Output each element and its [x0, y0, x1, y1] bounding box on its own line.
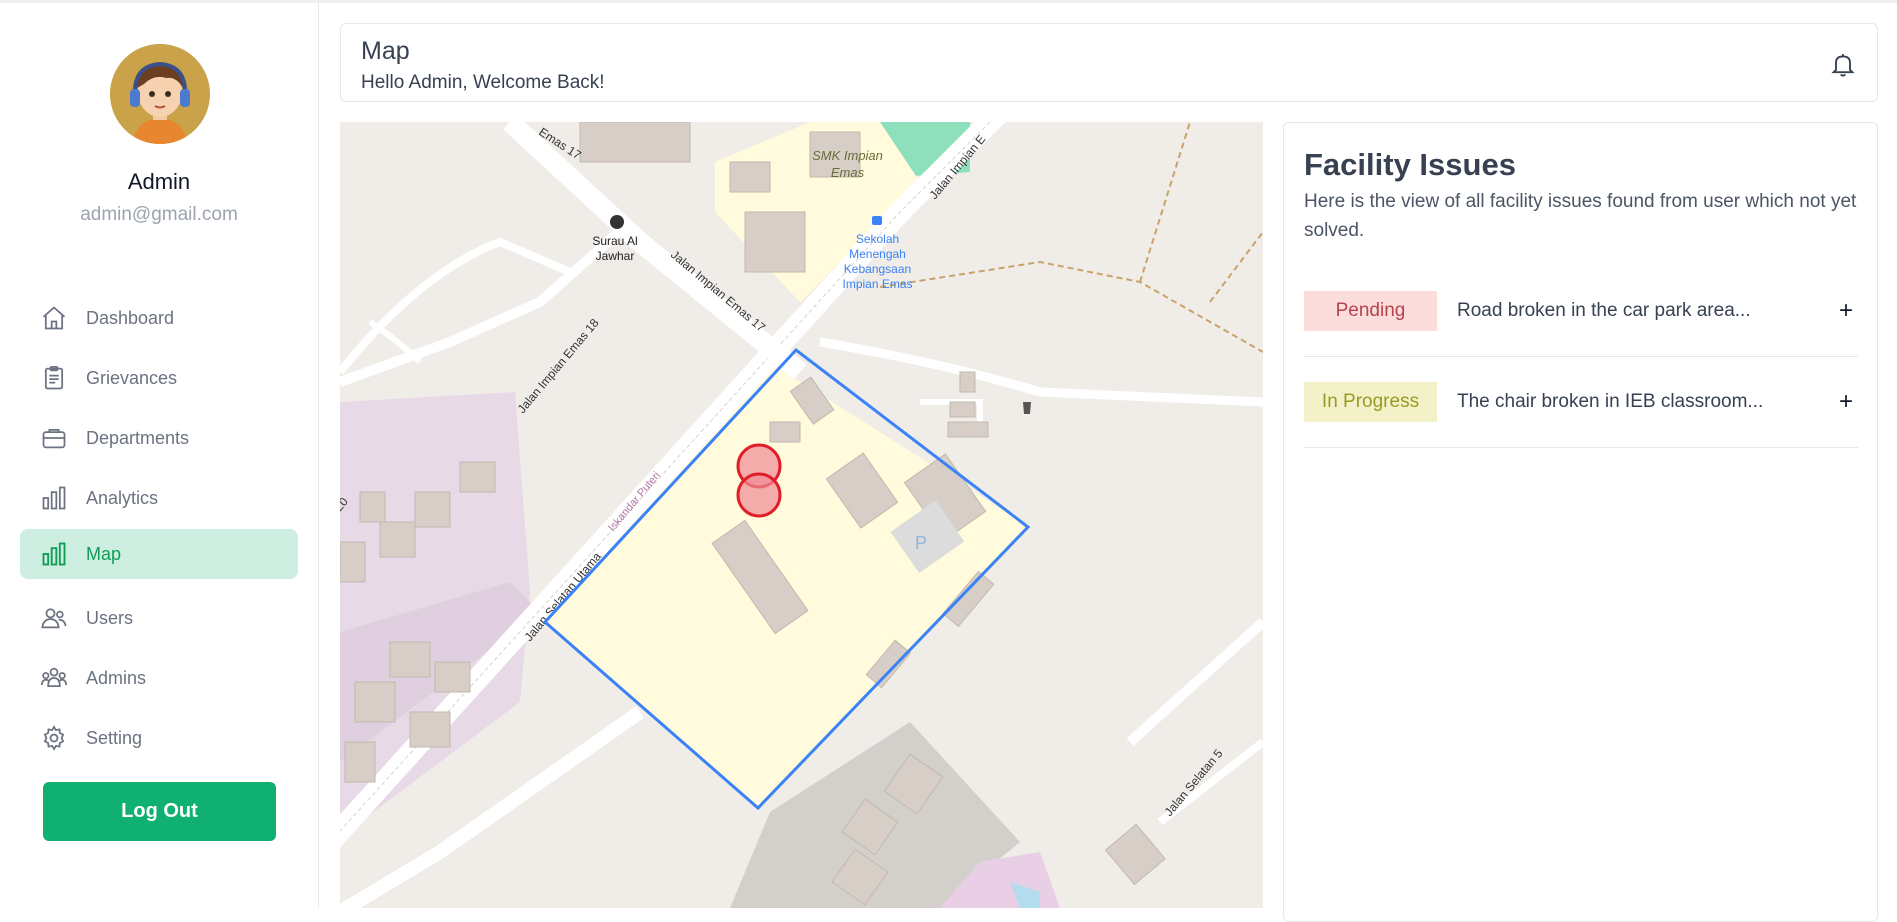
nav-label: Grievances [86, 367, 178, 388]
bar-chart-icon [40, 540, 68, 568]
welcome-message: Hello Admin, Welcome Back! [361, 72, 605, 93]
nav-item-dashboard[interactable]: Dashboard [20, 293, 298, 343]
home-icon [40, 304, 68, 332]
issue-marker[interactable] [736, 472, 782, 518]
nav-item-users[interactable]: Users [20, 593, 298, 643]
plus-icon[interactable]: + [1834, 388, 1858, 416]
nav-label: Analytics [86, 487, 159, 508]
issue-text: The chair broken in IEB classroom... [1457, 390, 1764, 412]
issue-row[interactable]: In Progress The chair broken in IEB clas… [1304, 356, 1858, 448]
map-label-sekolah: Sekolah Menengah Kebangsaan Impian Emas [842, 232, 912, 291]
nav-label: Map [86, 543, 122, 564]
bell-icon[interactable] [1829, 50, 1857, 78]
nav-label: Admins [86, 667, 147, 688]
users-icon [40, 604, 68, 632]
issue-row[interactable]: Pending Road broken in the car park area… [1304, 265, 1858, 357]
bus-stop-icon [872, 216, 882, 225]
status-badge: In Progress [1304, 381, 1437, 422]
plus-icon[interactable]: + [1834, 297, 1858, 325]
user-name: Admin [127, 169, 191, 194]
issue-text: Road broken in the car park area... [1457, 299, 1751, 321]
panel-title: Facility Issues [1304, 147, 1516, 182]
gear-icon [40, 724, 68, 752]
panel-description: Here is the view of all facility issues … [1304, 191, 1857, 241]
facility-issues-panel: Facility Issues Here is the view of all … [1283, 122, 1878, 922]
map-label-parking: P [915, 533, 927, 553]
clipboard-icon [40, 364, 68, 392]
briefcase-icon [40, 424, 68, 452]
nav-item-map[interactable]: Map [20, 529, 298, 579]
nav-item-analytics[interactable]: Analytics [20, 473, 298, 523]
bar-chart-icon [40, 484, 68, 512]
admins-icon [40, 664, 68, 692]
mosque-icon [610, 215, 624, 229]
page-title: Map [361, 37, 410, 65]
nav-label: Users [86, 607, 134, 628]
map-label-surau: Surau Al Jawhar [592, 234, 637, 263]
map-view[interactable]: P Emas 17 Jalan Impian Emas 17 Jalan Imp… [340, 122, 1263, 908]
logout-button[interactable]: Log Out [43, 782, 276, 841]
status-badge: Pending [1304, 290, 1437, 331]
tower-icon [1023, 402, 1031, 414]
nav-item-grievances[interactable]: Grievances [20, 353, 298, 403]
page-header: Map Hello Admin, Welcome Back! [340, 23, 1878, 102]
avatar [110, 44, 210, 144]
nav-label: Departments [86, 427, 190, 448]
nav-item-admins[interactable]: Admins [20, 653, 298, 703]
nav-item-departments[interactable]: Departments [20, 413, 298, 463]
sidebar: Admin admin@gmail.com Dashboard Grievanc… [0, 3, 319, 908]
nav-label: Setting [86, 727, 143, 748]
user-email: admin@gmail.com [80, 204, 238, 225]
map-label-smk: SMK Impian Emas [812, 148, 883, 180]
nav-label: Dashboard [86, 307, 175, 328]
nav-item-setting[interactable]: Setting [20, 713, 298, 763]
